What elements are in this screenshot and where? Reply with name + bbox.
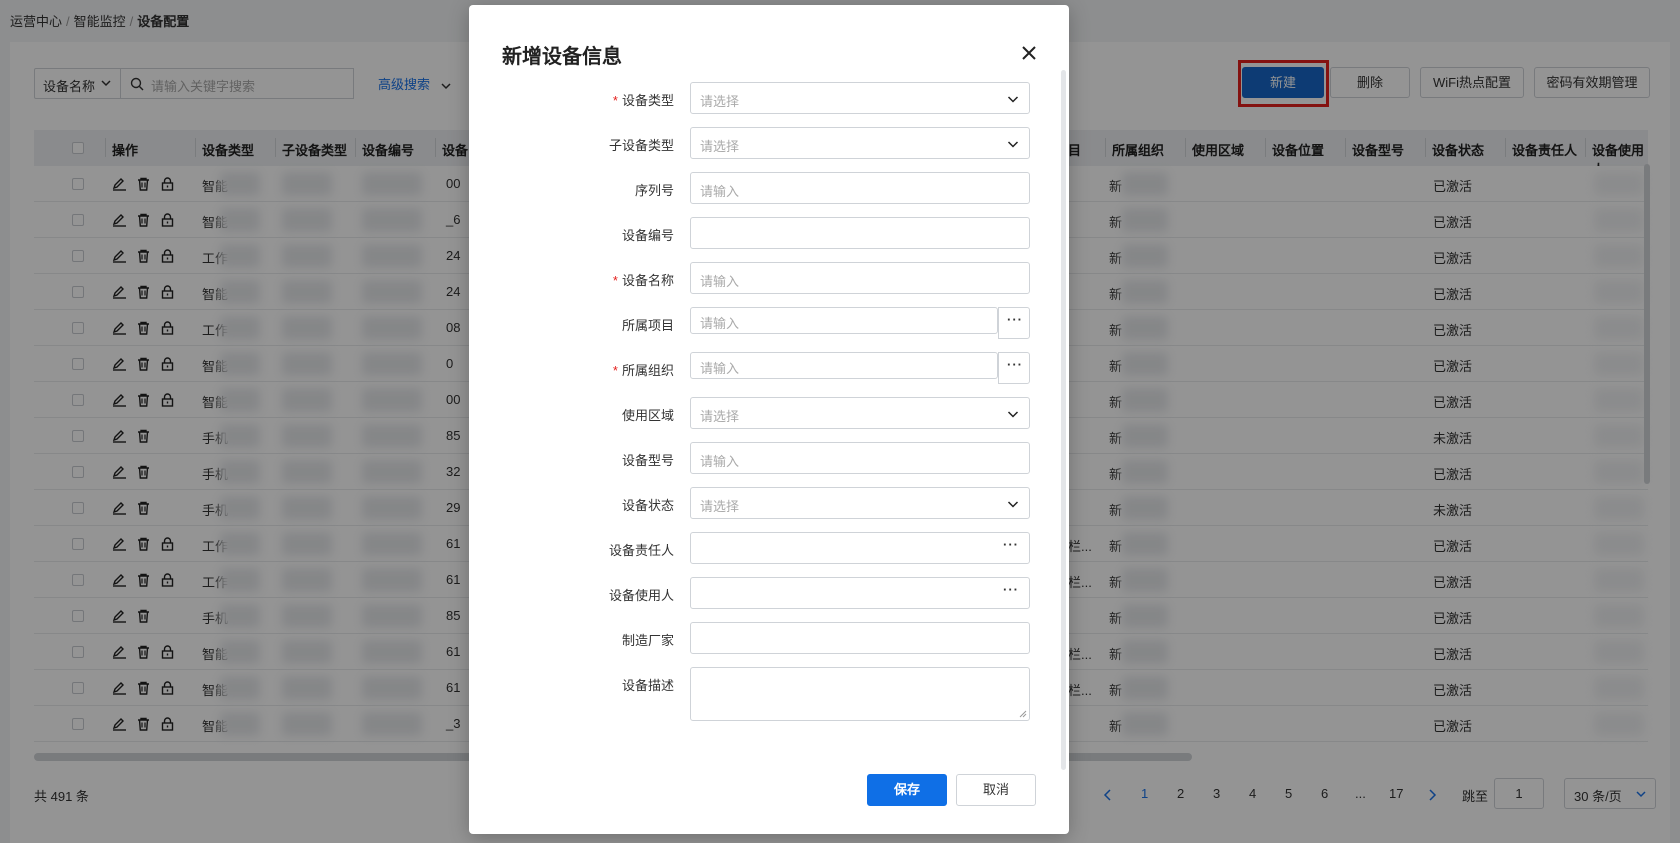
field-label-text: 子设备类型 <box>608 138 674 153</box>
field-label: 序列号 <box>635 180 674 199</box>
chevron-down-icon <box>1007 501 1019 508</box>
text-input[interactable] <box>690 217 1030 249</box>
field-label: 设备描述 <box>622 675 674 694</box>
field-placeholder: 请输入 <box>700 184 740 199</box>
field-placeholder: 请选择 <box>700 139 740 154</box>
field-label: 设备责任人 <box>609 540 674 559</box>
field-label-text: 使用区域 <box>621 408 674 423</box>
more-icon[interactable]: ··· <box>1003 537 1019 552</box>
chevron-down-icon <box>1007 411 1019 418</box>
picker-field[interactable]: 请输入 ··· <box>690 307 1030 339</box>
field-placeholder: 请输入 <box>700 316 740 331</box>
field-label-text: 设备编号 <box>621 228 674 243</box>
picker-field[interactable]: 请输入 ··· <box>690 352 1030 384</box>
add-device-dialog: 新增设备信息 * 设备类型 请选择 子设备类型 请选择 序列号 请输入 设备编号 * 设备名称 请输… <box>469 5 1069 834</box>
field-label: 设备型号 <box>622 450 674 469</box>
picker-button[interactable]: ··· <box>998 352 1030 384</box>
field-label-text: 设备描述 <box>621 678 674 693</box>
picker-input[interactable]: 请输入 <box>690 352 998 379</box>
field-label-text: 设备型号 <box>621 453 674 468</box>
field-label-text: 设备类型 <box>621 93 674 108</box>
picker-input[interactable]: 请输入 <box>690 307 998 334</box>
text-input[interactable]: 请输入 <box>690 172 1030 204</box>
field-placeholder: 请选择 <box>700 409 740 424</box>
required-marker: * <box>612 363 618 378</box>
field-label: 使用区域 <box>622 405 674 424</box>
close-icon[interactable] <box>1019 43 1039 63</box>
cancel-button[interactable]: 取消 <box>956 774 1036 806</box>
select-field[interactable]: 请选择 <box>690 487 1030 519</box>
resize-handle-icon[interactable] <box>1019 710 1027 718</box>
picker-button[interactable]: ··· <box>998 307 1030 339</box>
select-field[interactable]: 请选择 <box>690 397 1030 429</box>
text-input[interactable] <box>690 622 1030 654</box>
required-marker: * <box>612 93 618 108</box>
field-label: 制造厂家 <box>622 630 674 649</box>
field-placeholder: 请选择 <box>700 499 740 514</box>
field-label: * 设备类型 <box>613 90 674 109</box>
dialog-title: 新增设备信息 <box>502 46 622 68</box>
field-label-text: 所属项目 <box>621 318 674 333</box>
field-label-text: 所属组织 <box>621 363 674 378</box>
description-textarea[interactable] <box>690 667 1030 721</box>
field-placeholder: 请输入 <box>700 454 740 469</box>
field-label-text: 序列号 <box>634 183 674 198</box>
field-label-text: 制造厂家 <box>621 633 674 648</box>
save-button[interactable]: 保存 <box>867 774 947 806</box>
select-field[interactable]: 请选择 <box>690 82 1030 114</box>
field-label: 设备使用人 <box>609 585 674 604</box>
field-label-text: 设备使用人 <box>608 588 674 603</box>
lookup-field[interactable]: ··· <box>690 532 1030 564</box>
field-label: * 设备名称 <box>613 270 674 289</box>
required-marker: * <box>612 273 618 288</box>
more-icon: ··· <box>1007 357 1023 372</box>
field-placeholder: 请输入 <box>700 361 740 376</box>
lookup-field[interactable]: ··· <box>690 577 1030 609</box>
field-placeholder: 请选择 <box>700 94 740 109</box>
field-label: 设备编号 <box>622 225 674 244</box>
more-icon[interactable]: ··· <box>1003 582 1019 597</box>
more-icon: ··· <box>1007 312 1023 327</box>
dialog-scrollbar[interactable] <box>1061 70 1066 770</box>
chevron-down-icon <box>1007 96 1019 103</box>
field-label-text: 设备名称 <box>621 273 674 288</box>
field-label: 所属项目 <box>622 315 674 334</box>
chevron-down-icon <box>1007 141 1019 148</box>
field-label: 子设备类型 <box>609 135 674 154</box>
text-input[interactable]: 请输入 <box>690 442 1030 474</box>
field-label: 设备状态 <box>622 495 674 514</box>
field-label-text: 设备责任人 <box>608 543 674 558</box>
field-label-text: 设备状态 <box>621 498 674 513</box>
field-placeholder: 请输入 <box>700 274 740 289</box>
select-field[interactable]: 请选择 <box>690 127 1030 159</box>
field-label: * 所属组织 <box>613 360 674 379</box>
text-input[interactable]: 请输入 <box>690 262 1030 294</box>
